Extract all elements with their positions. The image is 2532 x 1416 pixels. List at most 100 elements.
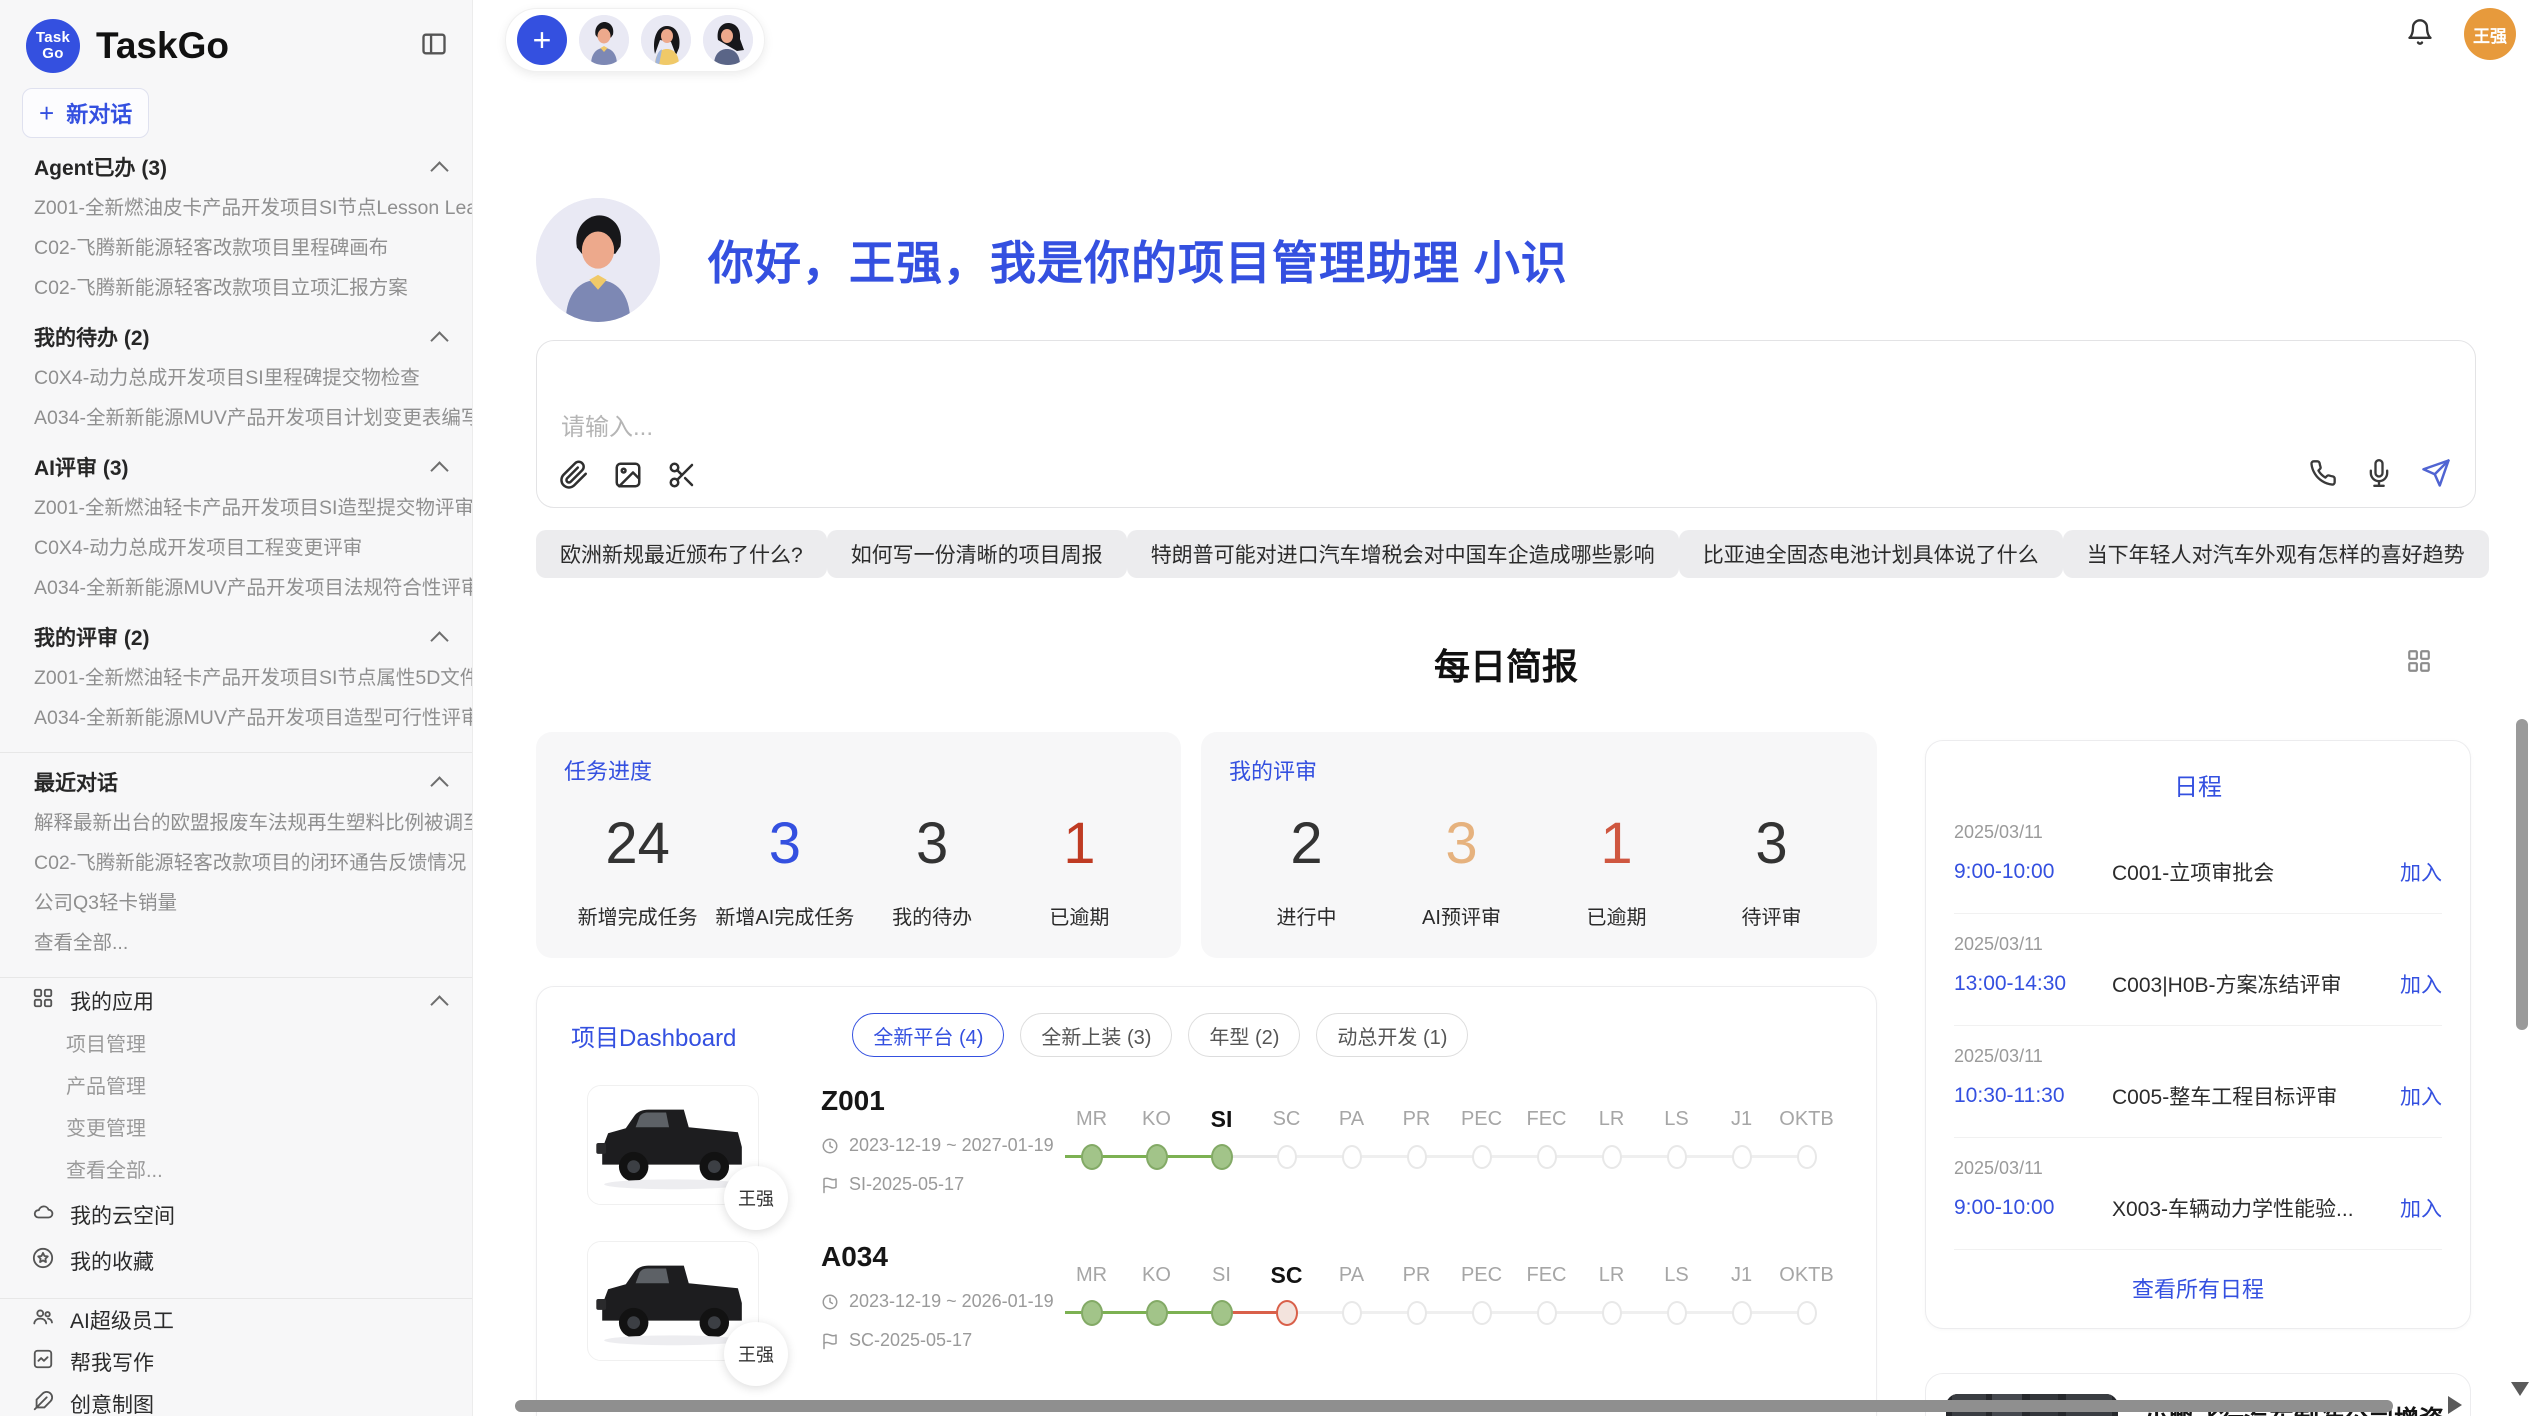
suggestion-chip[interactable]: 特朗普可能对进口汽车增税会对中国车企造成哪些影响 (1127, 530, 1679, 578)
chevron-up-icon[interactable] (430, 995, 448, 1013)
join-link[interactable]: 加入 (2400, 1081, 2442, 1111)
project-dates: 2023-12-19 ~ 2026-01-19 (821, 1291, 1059, 1312)
scroll-down-arrow[interactable] (2511, 1382, 2529, 1396)
join-link[interactable]: 加入 (2400, 857, 2442, 887)
suggestion-chip[interactable]: 当下年轻人对汽车外观有怎样的喜好趋势 (2063, 530, 2489, 578)
cloud-icon (32, 1201, 54, 1229)
project-code: A034 (821, 1241, 1059, 1273)
milestone: PEC (1449, 1099, 1514, 1175)
section-title: 最近对话 (34, 767, 118, 797)
section-agent-done[interactable]: Agent已办 (3) (0, 146, 472, 188)
project-info: Z001 2023-12-19 ~ 2027-01-19 SI-2025-05-… (821, 1085, 1059, 1205)
suggestion-chip[interactable]: 如何写一份清晰的项目周报 (827, 530, 1127, 578)
suggestion-chip[interactable]: 比亚迪全固态电池计划具体说了什么 (1679, 530, 2063, 578)
sidebar-item-creative-draw[interactable]: 创意制图 (0, 1383, 472, 1416)
chevron-up-icon[interactable] (430, 461, 448, 479)
milestone: SI (1189, 1255, 1254, 1331)
list-item[interactable]: C02-飞腾新能源轻客改款项目的闭环通告反馈情况 (0, 843, 472, 883)
member-avatar[interactable] (579, 15, 629, 65)
mic-icon[interactable] (2365, 459, 2393, 492)
list-item[interactable]: Z001-全新燃油轻卡产品开发项目SI造型提交物评审 (0, 488, 472, 528)
chevron-up-icon[interactable] (430, 776, 448, 794)
list-item[interactable]: C02-飞腾新能源轻客改款项目立项汇报方案 (0, 268, 472, 308)
join-link[interactable]: 加入 (2400, 1193, 2442, 1223)
section-ai-review[interactable]: AI评审 (3) (0, 446, 472, 488)
suggestion-chip[interactable]: 欧洲新规最近颁布了什么? (536, 530, 827, 578)
project-row[interactable]: 王强 Z001 2023-12-19 ~ 2027-01-19 (571, 1085, 1842, 1205)
notification-bell-icon[interactable] (2406, 18, 2434, 51)
list-item[interactable]: Z001-全新燃油轻卡产品开发项目SI节点属性5D文件评审 (0, 658, 472, 698)
stat: 1已逾期 (1539, 810, 1694, 930)
send-icon[interactable] (2421, 458, 2451, 493)
chevron-up-icon[interactable] (430, 631, 448, 649)
dashboard-title: 项目Dashboard (571, 1018, 736, 1053)
milestone: KO (1124, 1099, 1189, 1175)
list-item[interactable]: Z001-全新燃油皮卡产品开发项目SI节点Lesson Learn报告 (0, 188, 472, 228)
attachment-icon[interactable] (559, 460, 589, 495)
view-all-schedule-link[interactable]: 查看所有日程 (1954, 1272, 2442, 1304)
sidebar-item-favorites[interactable]: 我的收藏 (0, 1238, 472, 1284)
card-title: 我的评审 (1229, 754, 1849, 786)
star-icon (32, 1247, 54, 1275)
list-item[interactable]: C02-飞腾新能源轻客改款项目里程碑画布 (0, 228, 472, 268)
divider (0, 752, 472, 753)
list-item[interactable]: 公司Q3轻卡销量 (0, 883, 472, 923)
sidebar-toggle-icon[interactable] (420, 30, 448, 63)
section-recent-chats[interactable]: 最近对话 (0, 761, 472, 803)
help-write-label: 帮我写作 (70, 1347, 154, 1377)
project-info: A034 2023-12-19 ~ 2026-01-19 SC-2025-05-… (821, 1241, 1059, 1361)
list-item[interactable]: A034-全新新能源MUV产品开发项目造型可行性评审 (0, 698, 472, 738)
vertical-scrollbar[interactable] (2516, 719, 2528, 1030)
image-icon[interactable] (613, 460, 643, 495)
sidebar-item-ai-employee[interactable]: AI超级员工 (0, 1299, 472, 1341)
filter-chip[interactable]: 动总开发 (1) (1316, 1013, 1468, 1057)
filter-chip[interactable]: 全新平台 (4) (852, 1013, 1004, 1057)
user-avatar[interactable]: 王强 (2464, 8, 2516, 60)
horizontal-scrollbar[interactable] (515, 1400, 2393, 1412)
event-name: C001-立项审批会 (2112, 857, 2400, 887)
view-all-chats[interactable]: 查看全部... (0, 923, 472, 963)
chevron-up-icon[interactable] (430, 161, 448, 179)
composer[interactable]: 请输入... (536, 340, 2476, 508)
project-row[interactable]: 王强 A034 2023-12-19 ~ 2026-01-19 (571, 1241, 1842, 1361)
view-all-apps[interactable]: 查看全部... (0, 1150, 472, 1192)
milestone-current-overdue: SC (1254, 1255, 1319, 1331)
filter-chip[interactable]: 全新上装 (3) (1020, 1013, 1172, 1057)
milestone: MR (1059, 1255, 1124, 1331)
scroll-right-arrow[interactable] (2448, 1396, 2462, 1414)
sidebar-item-product-mgmt[interactable]: 产品管理 (0, 1066, 472, 1108)
layout-grid-icon[interactable] (2406, 648, 2432, 679)
my-apps-label: 我的应用 (70, 986, 154, 1016)
sidebar-item-my-apps[interactable]: 我的应用 (0, 978, 472, 1024)
member-avatar[interactable] (641, 15, 691, 65)
briefing-header: 每日简报 (536, 642, 2476, 686)
list-item[interactable]: A034-全新新能源MUV产品开发项目法规符合性评审 (0, 568, 472, 608)
new-chat-button[interactable]: + 新对话 (22, 88, 149, 138)
add-member-button[interactable]: + (517, 15, 567, 65)
member-avatar[interactable] (703, 15, 753, 65)
schedule-event: 2025/03/11 9:00-10:00 C001-立项审批会 加入 (1954, 802, 2442, 914)
milestone: PEC (1449, 1255, 1514, 1331)
schedule-event: 2025/03/11 10:30-11:30 C005-整车工程目标评审 加入 (1954, 1026, 2442, 1138)
scissors-icon[interactable] (667, 460, 697, 495)
phone-icon[interactable] (2309, 459, 2337, 492)
apps-grid-icon (32, 987, 54, 1015)
sidebar-item-change-mgmt[interactable]: 变更管理 (0, 1108, 472, 1150)
project-owner-badge: 王强 (724, 1322, 788, 1386)
sidebar-item-cloud-space[interactable]: 我的云空间 (0, 1192, 472, 1238)
section-my-review[interactable]: 我的评审 (2) (0, 616, 472, 658)
filter-chip[interactable]: 年型 (2) (1188, 1013, 1300, 1057)
sidebar-item-project-mgmt[interactable]: 项目管理 (0, 1024, 472, 1066)
milestone: LS (1644, 1099, 1709, 1175)
sidebar-item-help-write[interactable]: 帮我写作 (0, 1341, 472, 1383)
stat: 3新增AI完成任务 (711, 810, 858, 930)
list-item[interactable]: C0X4-动力总成开发项目SI里程碑提交物检查 (0, 358, 472, 398)
creative-draw-label: 创意制图 (70, 1389, 154, 1416)
chevron-up-icon[interactable] (430, 331, 448, 349)
section-my-todo[interactable]: 我的待办 (2) (0, 316, 472, 358)
join-link[interactable]: 加入 (2400, 969, 2442, 999)
logo-line-2: Go (42, 46, 63, 63)
list-item[interactable]: C0X4-动力总成开发项目工程变更评审 (0, 528, 472, 568)
list-item[interactable]: A034-全新新能源MUV产品开发项目计划变更表编写 (0, 398, 472, 438)
list-item[interactable]: 解释最新出台的欧盟报废车法规再生塑料比例被调至15%... (0, 803, 472, 843)
